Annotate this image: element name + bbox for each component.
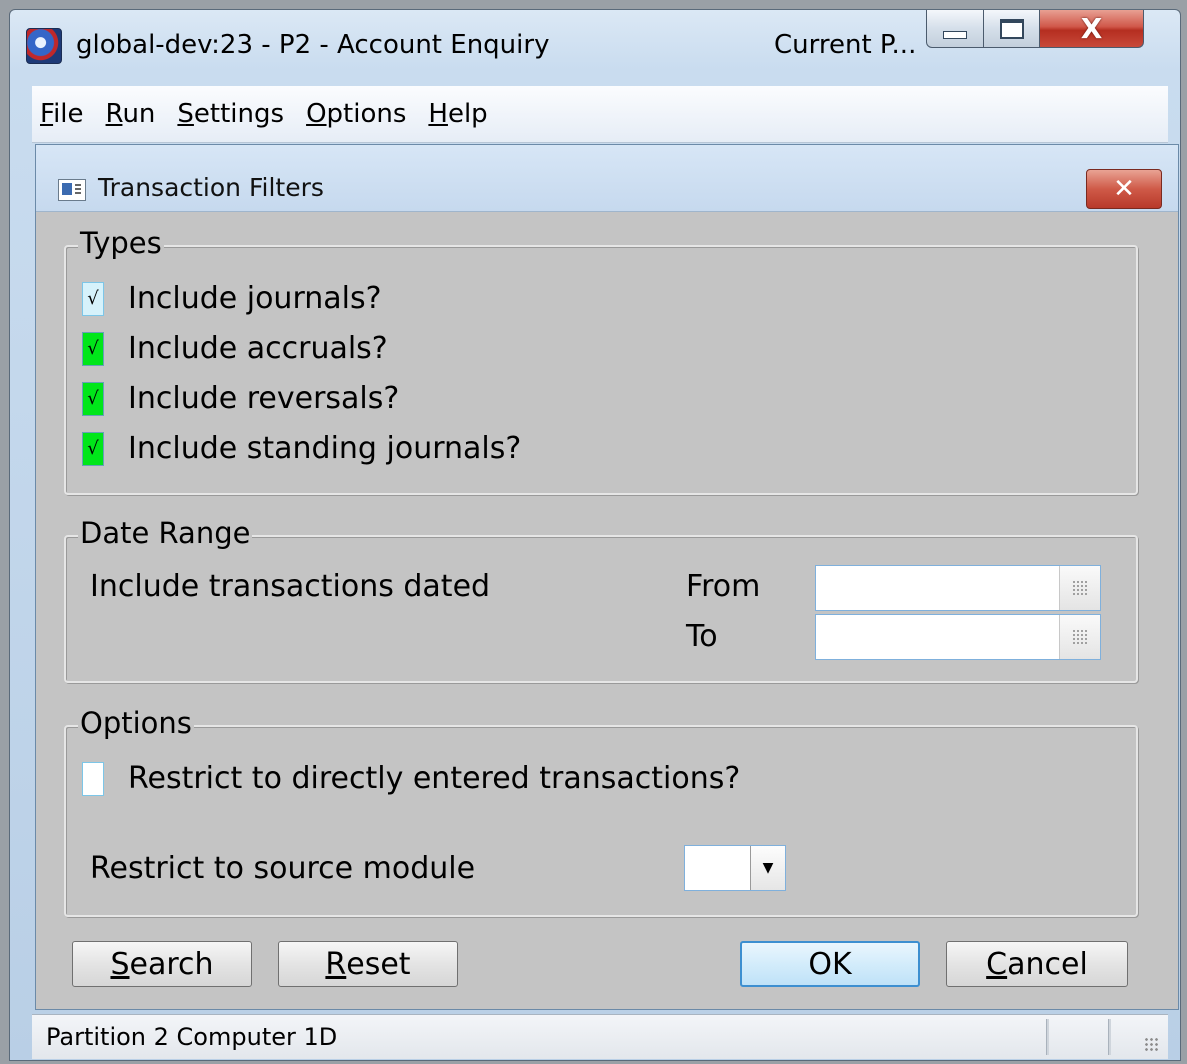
include-reversals-label: Include reversals? <box>128 381 400 416</box>
search-accel: S <box>110 946 130 982</box>
include-accruals-label: Include accruals? <box>128 331 388 366</box>
ok-button[interactable]: OK <box>740 941 920 987</box>
menu-help-accel: H <box>428 99 448 129</box>
close-window-button[interactable]: X <box>1040 10 1144 48</box>
title-bar[interactable]: global-dev:23 - P2 - Account Enquiry Cur… <box>10 10 1180 76</box>
close-icon: X <box>1080 12 1103 45</box>
resize-grip-icon[interactable] <box>1144 1037 1160 1053</box>
status-bar: Partition 2 Computer 1D <box>32 1014 1168 1059</box>
window-title-suffix: Current P... <box>774 30 917 60</box>
check-icon: √ <box>87 338 99 359</box>
menu-options[interactable]: Options <box>298 99 420 129</box>
include-standing-journals-label: Include standing journals? <box>128 431 522 466</box>
from-label: From <box>686 569 761 604</box>
menu-run-label: un <box>122 99 156 129</box>
status-divider <box>1108 1019 1111 1055</box>
to-label: To <box>686 619 718 654</box>
source-module-value <box>685 846 750 890</box>
source-module-select[interactable]: ▼ <box>684 845 786 891</box>
include-journals-row: √ Include journals? <box>82 281 382 316</box>
maximize-icon <box>999 18 1024 39</box>
menu-options-label: ptions <box>326 99 407 129</box>
cancel-label: ancel <box>1007 946 1088 982</box>
ok-label: OK <box>808 946 852 982</box>
dialog-title: Transaction Filters <box>98 173 324 202</box>
minimize-icon <box>943 30 967 39</box>
menu-options-accel: O <box>306 99 327 129</box>
include-journals-checkbox[interactable]: √ <box>82 281 104 316</box>
types-group: Types √ Include journals? √ Include accr… <box>64 225 1138 495</box>
include-journals-label: Include journals? <box>128 281 382 316</box>
source-module-label: Restrict to source module <box>90 851 476 886</box>
menu-settings-label: ettings <box>193 99 285 129</box>
status-divider <box>1046 1019 1049 1055</box>
include-accruals-row: √ Include accruals? <box>82 331 388 366</box>
caption-buttons: X <box>926 10 1144 54</box>
window-title: global-dev:23 - P2 - Account Enquiry <box>76 30 550 60</box>
transaction-filters-dialog: Transaction Filters ✕ Types √ Include jo… <box>35 144 1179 1010</box>
dialog-close-button[interactable]: ✕ <box>1086 169 1162 209</box>
menu-file[interactable]: File <box>32 99 98 129</box>
reset-label: eset <box>346 946 411 982</box>
menu-run[interactable]: Run <box>98 99 170 129</box>
include-standing-journals-row: √ Include standing journals? <box>82 431 521 466</box>
date-range-legend: Date Range <box>78 515 253 551</box>
maximize-button[interactable] <box>984 10 1040 48</box>
menu-help[interactable]: Help <box>420 99 501 129</box>
menu-settings[interactable]: Settings <box>169 99 298 129</box>
from-date-input[interactable] <box>816 566 1059 610</box>
check-icon: √ <box>87 388 99 409</box>
to-date-field <box>815 614 1101 660</box>
menu-run-accel: R <box>105 99 123 129</box>
application-window: global-dev:23 - P2 - Account Enquiry Cur… <box>9 9 1181 1061</box>
calendar-picker-icon[interactable] <box>1059 566 1100 610</box>
dropdown-arrow-icon[interactable]: ▼ <box>750 846 785 890</box>
options-legend: Options <box>78 705 194 741</box>
to-date-input[interactable] <box>816 615 1059 659</box>
form-icon <box>58 179 86 201</box>
menu-settings-accel: S <box>177 99 194 129</box>
dialog-title-bar[interactable]: Transaction Filters ✕ <box>36 145 1178 212</box>
restrict-direct-checkbox[interactable] <box>82 761 104 796</box>
reset-button[interactable]: Reset <box>278 941 458 987</box>
calendar-picker-icon[interactable] <box>1059 615 1100 659</box>
status-text: Partition 2 Computer 1D <box>46 1023 338 1051</box>
reset-accel: R <box>325 946 347 982</box>
menu-bar: File Run Settings Options Help <box>32 86 1168 143</box>
cancel-accel: C <box>986 946 1008 982</box>
include-reversals-row: √ Include reversals? <box>82 381 399 416</box>
menu-file-label: ile <box>53 99 84 129</box>
types-legend: Types <box>78 225 164 261</box>
check-icon: √ <box>87 288 99 309</box>
check-icon: √ <box>87 438 99 459</box>
cancel-button[interactable]: Cancel <box>946 941 1128 987</box>
from-date-field <box>815 565 1101 611</box>
menu-help-label: elp <box>447 99 488 129</box>
restrict-direct-row: Restrict to directly entered transaction… <box>82 761 740 796</box>
include-accruals-checkbox[interactable]: √ <box>82 331 104 366</box>
search-label: earch <box>129 946 214 982</box>
close-icon: ✕ <box>1113 174 1135 204</box>
app-logo-icon <box>26 28 62 64</box>
menu-file-accel: F <box>40 99 54 129</box>
minimize-button[interactable] <box>926 10 984 48</box>
include-standing-journals-checkbox[interactable]: √ <box>82 431 104 466</box>
options-group: Options Restrict to directly entered tra… <box>64 705 1138 917</box>
restrict-direct-label: Restrict to directly entered transaction… <box>128 761 741 796</box>
date-range-prompt: Include transactions dated <box>90 569 491 604</box>
search-button[interactable]: Search <box>72 941 252 987</box>
include-reversals-checkbox[interactable]: √ <box>82 381 104 416</box>
